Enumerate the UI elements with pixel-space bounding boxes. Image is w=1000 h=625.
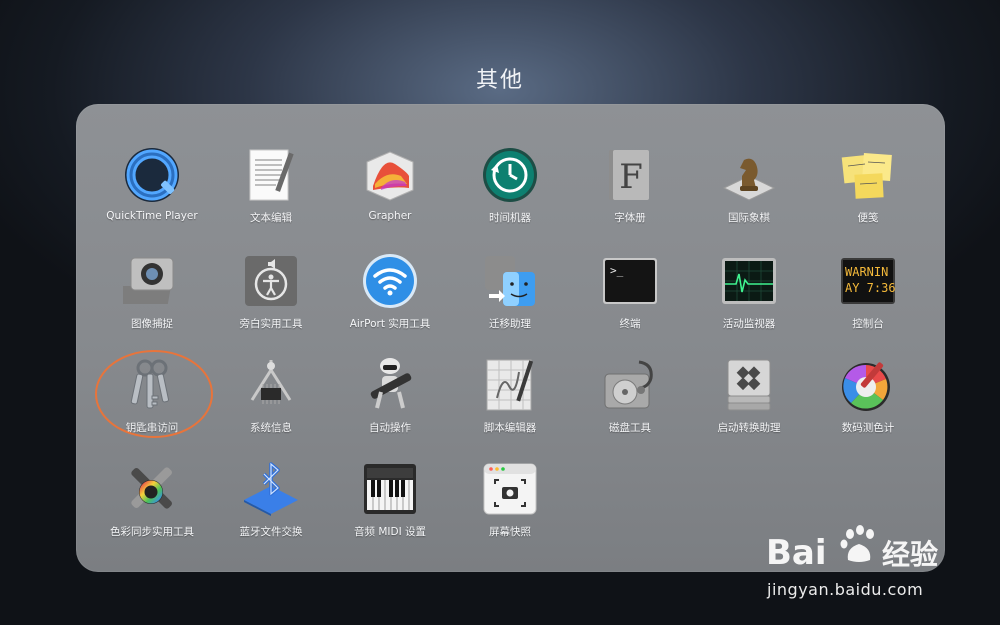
script-editor-icon [481,356,539,414]
chess-icon [720,146,778,204]
app-label: 蓝牙文件交换 [239,526,303,538]
app-time-machine[interactable]: 时间机器 [445,146,575,236]
app-label: 启动转换助理 [717,422,781,434]
audio-midi-setup-icon [361,460,419,518]
app-image-capture[interactable]: 图像捕捉 [87,252,217,342]
app-textedit[interactable]: 文本编辑 [206,146,336,236]
app-label: AirPort 实用工具 [349,318,431,330]
app-label: Grapher [368,210,412,222]
app-activity-monitor[interactable]: 活动监视器 [684,252,814,342]
app-system-information[interactable]: 系统信息 [206,356,336,446]
activity-monitor-icon [720,252,778,310]
app-label: 数码测色计 [841,422,895,434]
app-console[interactable]: WARNIN AY 7:36 控制台 [803,252,933,342]
app-label: 国际象棋 [728,212,770,224]
app-quicktime-player[interactable]: QuickTime Player [87,146,217,236]
svg-text:Bai: Bai [766,533,827,573]
app-label: 色彩同步实用工具 [110,526,194,538]
app-label: 磁盘工具 [609,422,651,434]
app-bluetooth-file-exchange[interactable]: 蓝牙文件交换 [206,460,336,550]
app-font-book[interactable]: F 字体册 [565,146,695,236]
migration-assistant-icon [481,252,539,310]
app-label: 旁白实用工具 [239,318,303,330]
app-label: 自动操作 [369,422,411,434]
bluetooth-file-exchange-icon [242,460,300,518]
svg-text:>_: >_ [610,264,624,277]
watermark-url: jingyan.baidu.com [767,580,924,599]
app-screenshot[interactable]: 屏幕快照 [445,460,575,550]
image-capture-icon [123,252,181,310]
svg-text:WARNIN: WARNIN [845,265,888,279]
app-label: 系统信息 [250,422,292,434]
grapher-icon [361,146,419,204]
baidu-jingyan-watermark: Bai 经验 jingyan.baidu.com [762,520,952,610]
digital-color-meter-icon [839,356,897,414]
app-label: 脚本编辑器 [483,422,537,434]
app-label: 控制台 [852,318,884,330]
voiceover-utility-icon [242,252,300,310]
app-terminal[interactable]: >_ 终端 [565,252,695,342]
app-audio-midi-setup[interactable]: 音频 MIDI 设置 [325,460,455,550]
font-book-icon: F [601,146,659,204]
svg-text:经验: 经验 [882,538,938,571]
app-label: 时间机器 [489,212,531,224]
app-label: 图像捕捉 [131,318,173,330]
app-label: 音频 MIDI 设置 [353,526,426,538]
folder-title: 其他 [475,68,524,93]
textedit-icon [242,146,300,204]
baidu-jingyan-logo: Bai 经验 [766,525,938,573]
automator-icon [361,356,419,414]
app-boot-camp-assistant[interactable]: 启动转换助理 [684,356,814,446]
airport-utility-icon [361,252,419,310]
terminal-icon: >_ [601,252,659,310]
time-machine-icon [481,146,539,204]
app-grapher[interactable]: Grapher [325,146,455,236]
app-label: 活动监视器 [722,318,776,330]
app-digital-color-meter[interactable]: 数码测色计 [803,356,933,446]
app-label: 屏幕快照 [489,526,531,538]
svg-text:F: F [619,157,643,197]
app-voiceover-utility[interactable]: 旁白实用工具 [206,252,336,342]
app-airport-utility[interactable]: AirPort 实用工具 [325,252,455,342]
disk-utility-icon [601,356,659,414]
app-label: 文本编辑 [250,212,292,224]
colorsync-utility-icon [123,460,181,518]
quicktime-icon [123,146,181,204]
highlight-ring [95,350,213,438]
app-label: 迁移助理 [489,318,531,330]
app-label: 终端 [619,318,641,330]
boot-camp-assistant-icon [720,356,778,414]
screenshot-icon [481,460,539,518]
app-disk-utility[interactable]: 磁盘工具 [565,356,695,446]
app-colorsync-utility[interactable]: 色彩同步实用工具 [87,460,217,550]
system-information-icon [242,356,300,414]
app-label: 字体册 [614,212,646,224]
app-label: 便笺 [857,212,879,224]
console-icon: WARNIN AY 7:36 [839,252,897,310]
app-stickies[interactable]: 便笺 [803,146,933,236]
app-automator[interactable]: 自动操作 [325,356,455,446]
app-migration-assistant[interactable]: 迁移助理 [445,252,575,342]
app-label: QuickTime Player [106,210,198,222]
app-script-editor[interactable]: 脚本编辑器 [445,356,575,446]
stickies-icon [839,146,897,204]
app-chess[interactable]: 国际象棋 [684,146,814,236]
svg-text:AY 7:36: AY 7:36 [845,281,896,295]
